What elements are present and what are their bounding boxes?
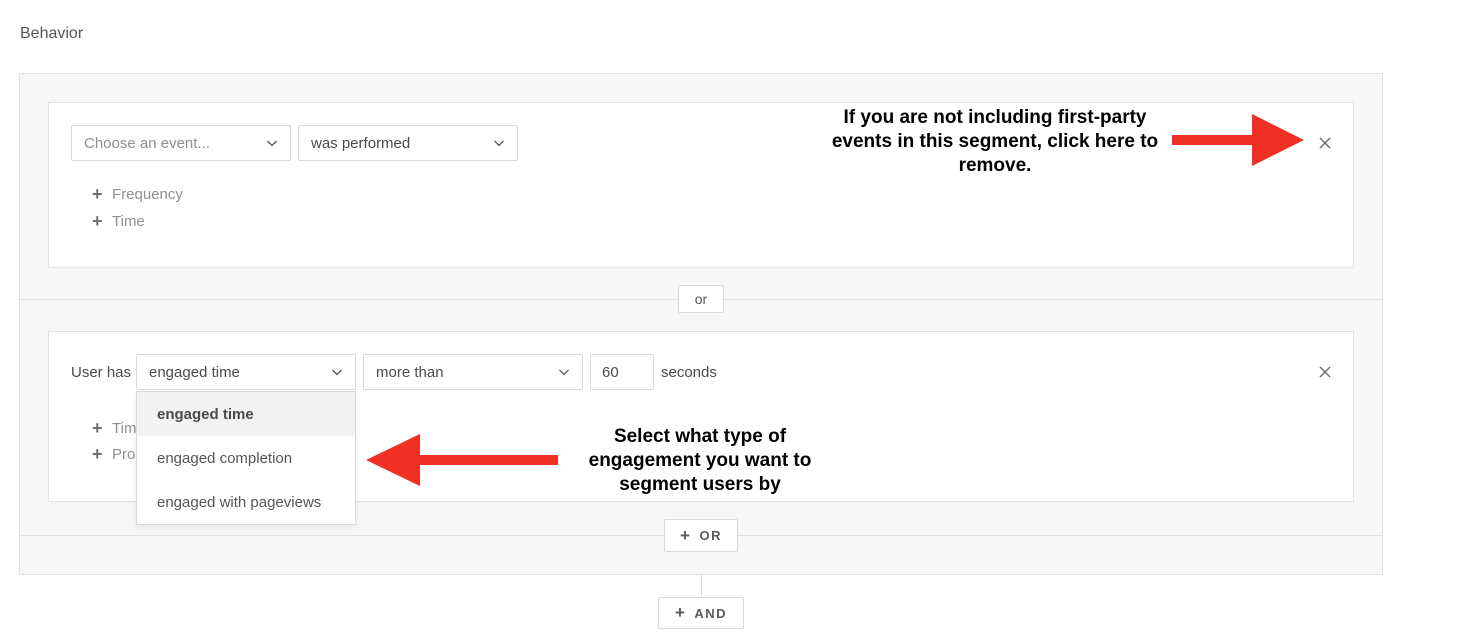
add-and-button[interactable]: + AND xyxy=(658,597,744,629)
or-separator-label: or xyxy=(694,291,708,307)
close-icon[interactable] xyxy=(1318,365,1332,379)
chevron-down-icon xyxy=(494,140,504,147)
close-icon[interactable] xyxy=(1318,136,1332,150)
chevron-down-icon xyxy=(332,369,342,376)
section-title: Behavior xyxy=(20,25,84,42)
chevron-down-icon xyxy=(559,369,569,376)
add-frequency-label: Frequency xyxy=(112,185,183,203)
dropdown-option-engaged-with-pageviews[interactable]: engaged with pageviews xyxy=(137,480,355,524)
add-or-button[interactable]: + OR xyxy=(664,519,738,552)
amount-input[interactable]: 60 xyxy=(590,354,654,390)
add-or-label: OR xyxy=(699,528,722,543)
arrow-left-icon xyxy=(366,434,558,486)
connector-line xyxy=(701,575,702,597)
plus-icon: + xyxy=(92,184,103,204)
event-select-placeholder: Choose an event... xyxy=(84,134,210,152)
operator-select-value: was performed xyxy=(311,134,411,152)
dropdown-option-engaged-completion[interactable]: engaged completion xyxy=(137,436,355,480)
remove-annotation: If you are not including first-party eve… xyxy=(831,107,1159,176)
or-separator: or xyxy=(678,285,724,313)
user-has-label: User has xyxy=(71,364,132,381)
plus-icon: + xyxy=(680,525,692,545)
metric-select-value: engaged time xyxy=(149,363,240,381)
plus-icon: + xyxy=(92,211,103,231)
comparison-select-value: more than xyxy=(376,363,444,381)
comparison-select[interactable]: more than xyxy=(363,354,583,390)
plus-icon: + xyxy=(92,444,103,464)
metric-dropdown-menu: engaged time engaged completion engaged … xyxy=(136,391,356,525)
engagement-annotation: Select what type of engagement you want … xyxy=(588,426,812,495)
add-frequency-link[interactable]: + Frequency xyxy=(92,185,183,203)
chevron-down-icon xyxy=(267,140,277,147)
add-and-label: AND xyxy=(694,605,728,621)
operator-select[interactable]: was performed xyxy=(298,125,518,161)
metric-select[interactable]: engaged time xyxy=(136,354,356,390)
seconds-label: seconds xyxy=(661,364,717,381)
plus-icon: + xyxy=(92,418,103,438)
add-time-link[interactable]: + Time xyxy=(92,212,145,230)
plus-icon: + xyxy=(674,603,687,622)
event-select[interactable]: Choose an event... xyxy=(71,125,291,161)
arrow-right-icon xyxy=(1172,114,1304,166)
add-time-label: Time xyxy=(112,212,145,230)
dropdown-option-engaged-time[interactable]: engaged time xyxy=(137,392,355,436)
